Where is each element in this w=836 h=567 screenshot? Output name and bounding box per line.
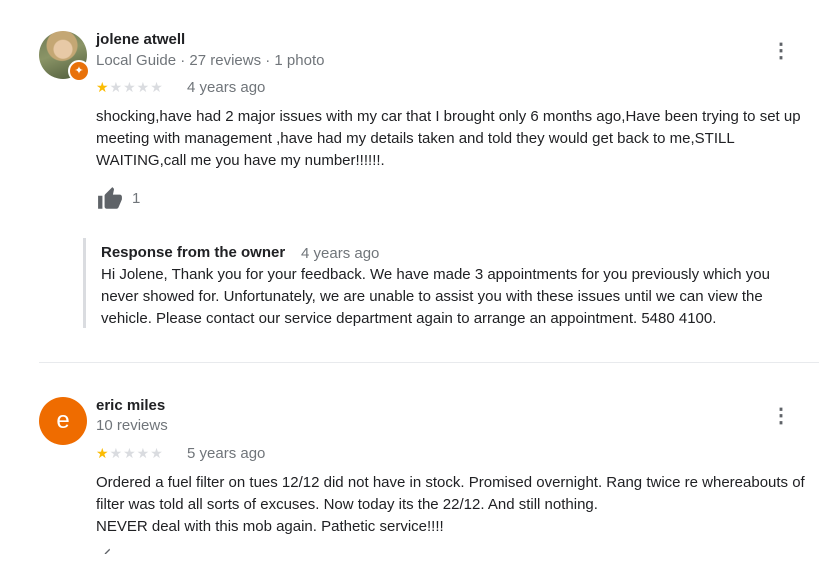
review-card: e eric miles 10 reviews ★★★★★ 5 years ag…: [0, 363, 836, 567]
response-age: 4 years ago: [301, 245, 380, 262]
avatar-letter: e: [39, 397, 87, 445]
star-rating: ★★★★★: [96, 445, 164, 461]
review-text: shocking,have had 2 major issues with my…: [96, 108, 801, 169]
avatar[interactable]: ✦: [39, 31, 90, 82]
more-vert-icon[interactable]: ⋮: [770, 405, 792, 427]
like-button[interactable]: [100, 548, 116, 554]
owner-response: Response from the owner 4 years ago Hi J…: [83, 238, 821, 328]
like-count: 1: [132, 190, 141, 207]
response-label: Response from the owner: [101, 244, 286, 261]
more-vert-icon[interactable]: ⋮: [770, 40, 792, 62]
local-guide-star-icon: ✦: [68, 60, 90, 82]
review-text: Ordered a fuel filter on tues 12/12 did …: [96, 474, 805, 535]
thumb-up-icon: [98, 187, 122, 209]
thumb-up-icon: [104, 548, 110, 554]
reviews-list: ✦ jolene atwell Local Guide · 27 reviews…: [0, 0, 836, 567]
review-age: 4 years ago: [187, 79, 266, 96]
reviewer-name[interactable]: eric miles: [96, 397, 165, 414]
star-filled-icon: ★: [96, 79, 110, 95]
reviewer-meta[interactable]: 10 reviews: [96, 417, 168, 434]
star-rating: ★★★★★: [96, 79, 164, 95]
review-card: ✦ jolene atwell Local Guide · 27 reviews…: [0, 0, 836, 363]
reviewer-name[interactable]: jolene atwell: [96, 31, 185, 48]
avatar[interactable]: e: [39, 397, 87, 445]
response-text: Hi Jolene, Thank you for your feedback. …: [101, 266, 770, 327]
star-filled-icon: ★: [96, 445, 110, 461]
star-empty-icon: ★★★★: [109, 79, 164, 95]
star-empty-icon: ★★★★: [109, 445, 164, 461]
reviewer-meta[interactable]: Local Guide · 27 reviews · 1 photo: [96, 52, 324, 69]
review-age: 5 years ago: [187, 445, 266, 462]
